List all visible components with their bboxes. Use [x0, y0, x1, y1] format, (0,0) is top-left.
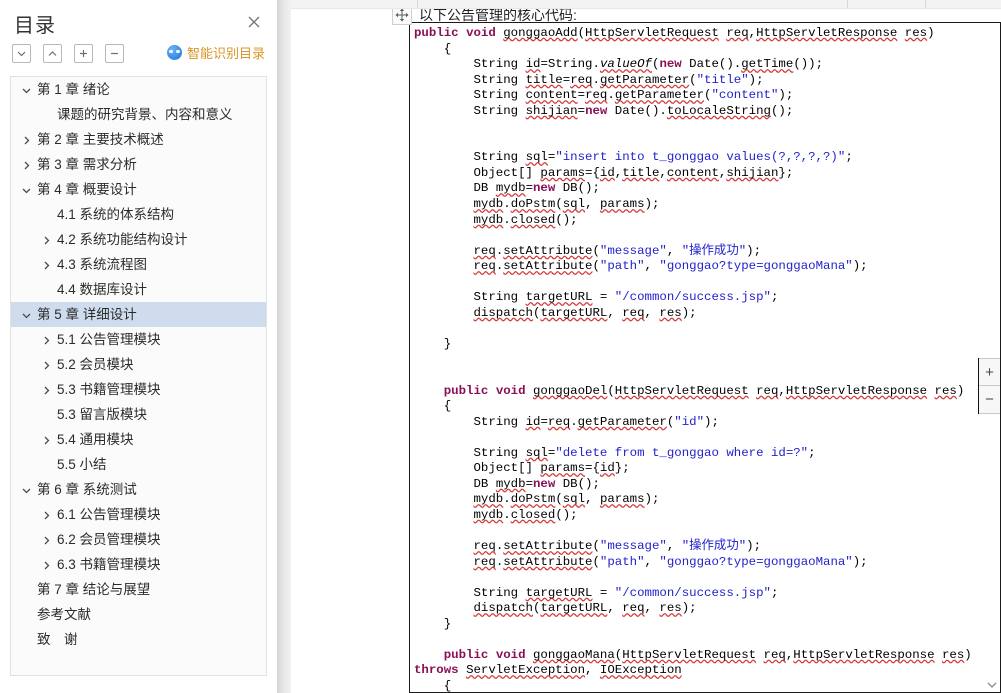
toc-item-label: 6.2 会员管理模块: [57, 532, 161, 547]
toc-item-label: 5.1 公告管理模块: [57, 332, 161, 347]
chevron-right-icon[interactable]: [39, 552, 53, 577]
toc-item-label: 第 7 章 结论与展望: [37, 582, 151, 597]
navigation-pane-header: 目录: [0, 0, 277, 44]
toc-item-label: 6.1 公告管理模块: [57, 507, 161, 522]
toc-item[interactable]: 4.2 系统功能结构设计: [11, 227, 266, 252]
toc-item[interactable]: 6.1 公告管理模块: [11, 502, 266, 527]
navigation-pane: 目录 智能识别目录 第 1 章 绪论 课题的研究背景、内容和意义 第 2 章 主…: [0, 0, 277, 693]
top-strip-segment: [417, 0, 848, 8]
toc-item-label: 致 谢: [37, 632, 78, 647]
document-page: 以下公告管理的核心代码: public void gonggaoAdd(Http…: [291, 5, 1001, 693]
toc-item-label: 第 5 章 详细设计: [37, 307, 137, 322]
toc-item[interactable]: 5.3 书籍管理模块: [11, 377, 266, 402]
toc-item[interactable]: 第 3 章 需求分析: [11, 152, 266, 177]
top-strip-segment: [847, 0, 926, 8]
toc-item[interactable]: 第 4 章 概要设计: [11, 177, 266, 202]
chevron-right-icon[interactable]: [39, 252, 53, 277]
chevron-right-icon[interactable]: [19, 127, 33, 152]
toc-item[interactable]: 4.1 系统的体系结构: [11, 202, 266, 227]
scroll-down-icon[interactable]: [985, 679, 999, 691]
ai-face-icon: [166, 45, 182, 60]
toc-item[interactable]: 5.4 通用模块: [11, 427, 266, 452]
toc-item-label: 课题的研究背景、内容和意义: [57, 107, 233, 122]
toc-item[interactable]: 第 2 章 主要技术概述: [11, 127, 266, 152]
toc-item-label: 第 3 章 需求分析: [37, 157, 137, 172]
zoom-in-button[interactable]: +: [979, 358, 1000, 386]
toc-item-label: 5.3 留言版模块: [57, 407, 148, 422]
toc-item-label: 第 6 章 系统测试: [37, 482, 137, 497]
ai-recognize-toc-button[interactable]: 智能识别目录: [166, 43, 265, 62]
chevron-right-icon[interactable]: [39, 377, 53, 402]
page-title: 目录: [14, 15, 56, 37]
toc-item[interactable]: 参考文献: [11, 602, 266, 627]
chevron-right-icon[interactable]: [39, 427, 53, 452]
toc-item-label: 第 2 章 主要技术概述: [37, 132, 164, 147]
toc-item-label: 4.2 系统功能结构设计: [57, 232, 188, 247]
toc-item[interactable]: 致 谢: [11, 627, 266, 652]
toc-item-label: 6.3 书籍管理模块: [57, 557, 161, 572]
toc-item[interactable]: 第 7 章 结论与展望: [11, 577, 266, 602]
code-content[interactable]: public void gonggaoAdd(HttpServletReques…: [410, 25, 1001, 692]
chevron-right-icon[interactable]: [39, 327, 53, 352]
toc-item[interactable]: 5.1 公告管理模块: [11, 327, 266, 352]
toc-item[interactable]: 5.2 会员模块: [11, 352, 266, 377]
toc-item-label: 第 4 章 概要设计: [37, 182, 137, 197]
collapse-up-button[interactable]: [43, 44, 62, 63]
toc-item-label: 4.3 系统流程图: [57, 257, 148, 272]
pane-divider-shadow: [277, 0, 291, 693]
toc-item[interactable]: 第 6 章 系统测试: [11, 477, 266, 502]
toc-item-label: 4.1 系统的体系结构: [57, 207, 175, 222]
close-icon[interactable]: [245, 13, 263, 31]
code-block-frame: public void gonggaoAdd(HttpServletReques…: [409, 22, 1001, 693]
toc-item-label: 4.4 数据库设计: [57, 282, 148, 297]
toc-item-label: 第 1 章 绪论: [37, 82, 110, 97]
chevron-right-icon[interactable]: [39, 527, 53, 552]
toc-item-label: 参考文献: [37, 607, 91, 622]
ai-recognize-toc-label: 智能识别目录: [186, 46, 265, 61]
toc-item[interactable]: 课题的研究背景、内容和意义: [11, 102, 266, 127]
chevron-down-icon[interactable]: [19, 177, 33, 202]
zoom-controls: + −: [978, 358, 1001, 414]
navigation-toolbar: 智能识别目录: [0, 44, 277, 72]
chevron-right-icon[interactable]: [39, 502, 53, 527]
chevron-down-icon[interactable]: [19, 302, 33, 327]
chevron-down-icon[interactable]: [19, 477, 33, 502]
expand-all-button[interactable]: [74, 44, 93, 63]
collapse-all-button[interactable]: [105, 44, 124, 63]
toc-item-label: 5.4 通用模块: [57, 432, 134, 447]
top-strip-segment: [925, 0, 1001, 8]
toc-item[interactable]: 5.3 留言版模块: [11, 402, 266, 427]
toc-item[interactable]: 5.5 小结: [11, 452, 266, 477]
chevron-right-icon[interactable]: [39, 352, 53, 377]
toc-item-label: 5.5 小结: [57, 457, 107, 472]
chevron-right-icon[interactable]: [39, 227, 53, 252]
collapse-down-button[interactable]: [12, 44, 31, 63]
chevron-right-icon[interactable]: [19, 152, 33, 177]
toc-item[interactable]: 第 1 章 绪论: [11, 77, 266, 102]
toc-item-label: 5.2 会员模块: [57, 357, 134, 372]
toc-item[interactable]: 6.3 书籍管理模块: [11, 552, 266, 577]
toc-item-label: 5.3 书籍管理模块: [57, 382, 161, 397]
zoom-out-button[interactable]: −: [979, 386, 1000, 414]
chevron-down-icon[interactable]: [19, 77, 33, 102]
toc-item[interactable]: 4.3 系统流程图: [11, 252, 266, 277]
toc-list[interactable]: 第 1 章 绪论课题的研究背景、内容和意义第 2 章 主要技术概述第 3 章 需…: [10, 76, 267, 676]
toc-item[interactable]: 第 5 章 详细设计: [11, 302, 266, 327]
toc-item[interactable]: 6.2 会员管理模块: [11, 527, 266, 552]
toc-item[interactable]: 4.4 数据库设计: [11, 277, 266, 302]
